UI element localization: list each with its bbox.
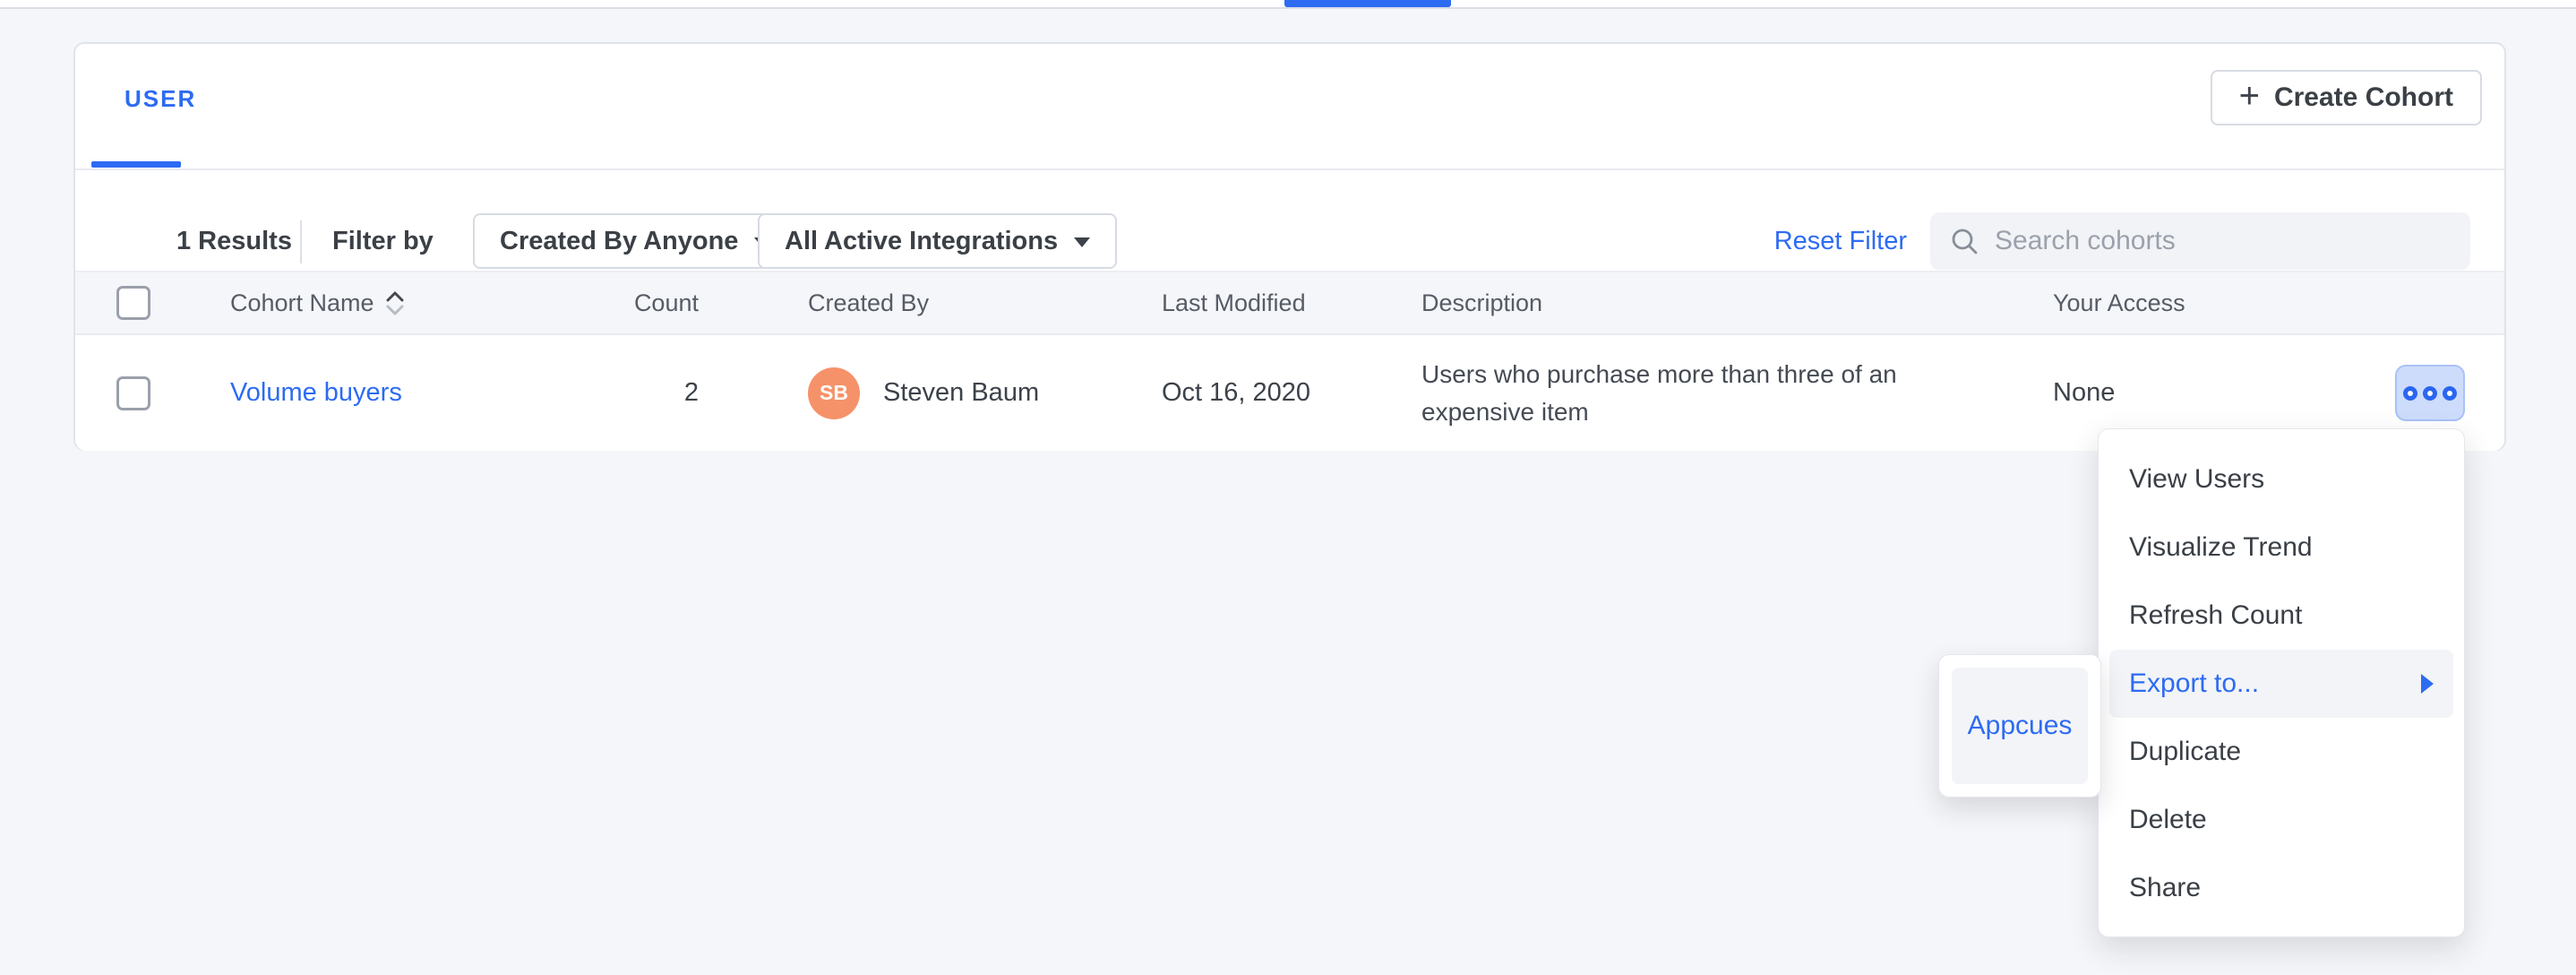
tab-user[interactable]: USER xyxy=(125,85,196,113)
ellipsis-dot-icon xyxy=(2443,386,2457,401)
column-header-description[interactable]: Description xyxy=(1421,272,1995,333)
row-actions-button[interactable] xyxy=(2395,365,2465,421)
created-by-dropdown-label: Created By Anyone xyxy=(500,227,738,256)
row-checkbox[interactable] xyxy=(116,376,150,410)
submenu-arrow-icon xyxy=(2421,674,2434,694)
sort-icon xyxy=(385,291,405,315)
plus-icon: + xyxy=(2239,78,2260,114)
cohort-name-link[interactable]: Volume buyers xyxy=(230,378,402,408)
column-header-cohort-name[interactable]: Cohort Name xyxy=(230,272,405,333)
integrations-dropdown[interactable]: All Active Integrations xyxy=(758,213,1117,269)
ellipsis-dot-icon xyxy=(2423,386,2437,401)
chevron-down-icon xyxy=(1074,237,1090,247)
search-icon xyxy=(1950,227,1979,255)
table-header: Cohort Name Count Created By Last Modifi… xyxy=(75,271,2504,335)
menu-item-duplicate[interactable]: Duplicate xyxy=(2099,718,2464,786)
column-header-count[interactable]: Count xyxy=(523,272,699,333)
menu-item-share[interactable]: Share xyxy=(2099,854,2464,922)
search-input[interactable] xyxy=(1993,225,2451,257)
create-cohort-button[interactable]: + Create Cohort xyxy=(2211,70,2482,125)
menu-item-delete[interactable]: Delete xyxy=(2099,786,2464,854)
cohort-description: Users who purchase more than three of an… xyxy=(1421,356,1897,431)
menu-item-view-users[interactable]: View Users xyxy=(2099,445,2464,513)
created-by-name: Steven Baum xyxy=(883,378,1039,408)
last-modified-date: Oct 16, 2020 xyxy=(1162,335,1310,451)
column-header-your-access[interactable]: Your Access xyxy=(2053,272,2185,333)
tab-user-underline xyxy=(91,161,181,168)
cohorts-card: USER + Create Cohort 1 Results Filter by… xyxy=(73,42,2506,451)
search-box[interactable] xyxy=(1930,212,2470,270)
submenu-item-appcues[interactable]: Appcues xyxy=(1952,668,2088,784)
ellipsis-dot-icon xyxy=(2403,386,2417,401)
select-all-checkbox[interactable] xyxy=(116,286,150,320)
active-nav-tab-indicator xyxy=(1284,0,1451,7)
row-actions-menu: View Users Visualize Trend Refresh Count… xyxy=(2098,428,2465,937)
create-cohort-label: Create Cohort xyxy=(2274,82,2453,113)
menu-item-export-to[interactable]: Export to... xyxy=(2109,650,2453,718)
top-nav-strip xyxy=(0,0,2576,9)
menu-item-visualize-trend[interactable]: Visualize Trend xyxy=(2099,513,2464,582)
column-header-last-modified[interactable]: Last Modified xyxy=(1162,272,1306,333)
filter-divider xyxy=(300,220,302,263)
export-submenu: Appcues xyxy=(1938,654,2101,798)
cohort-count: 2 xyxy=(523,335,699,451)
integrations-dropdown-label: All Active Integrations xyxy=(785,227,1058,256)
menu-item-refresh-count[interactable]: Refresh Count xyxy=(2099,582,2464,650)
created-by-dropdown[interactable]: Created By Anyone xyxy=(473,213,797,269)
export-to-label: Export to... xyxy=(2129,669,2259,699)
avatar: SB xyxy=(808,367,860,419)
column-header-created-by[interactable]: Created By xyxy=(808,272,929,333)
